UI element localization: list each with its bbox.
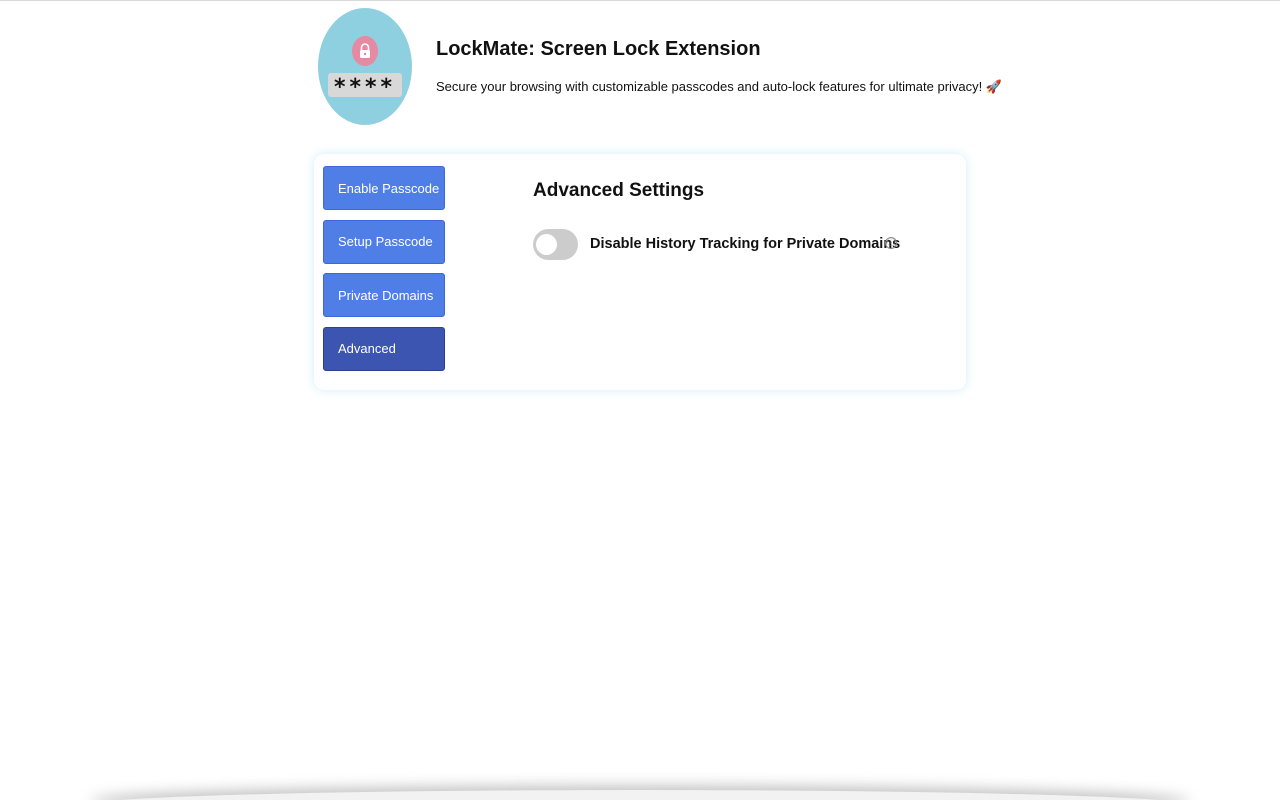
sidebar-item-advanced[interactable]: Advanced — [323, 326, 445, 371]
toggle-knob — [536, 234, 557, 255]
advanced-settings-panel: Advanced Settings Disable History Tracki… — [533, 180, 953, 260]
sidebar-item-enable-passcode[interactable]: Enable Passcode — [323, 166, 445, 210]
section-title: Advanced Settings — [533, 180, 705, 201]
padlock-icon — [352, 36, 378, 66]
sidebar-nav: Enable Passcode Setup Passcode Private D… — [323, 166, 445, 380]
extension-options-page: **** LockMate: Screen Lock Extension Sec… — [0, 0, 1280, 800]
setting-row-disable-history: Disable History Tracking for Private Dom… — [533, 229, 953, 261]
app-title: LockMate: Screen Lock Extension — [436, 38, 761, 60]
sidebar-item-private-domains[interactable]: Private Domains — [323, 273, 445, 317]
sidebar-item-setup-passcode[interactable]: Setup Passcode — [323, 219, 445, 264]
app-subtitle: Secure your browsing with customizable p… — [436, 79, 1003, 94]
settings-card: Enable Passcode Setup Passcode Private D… — [314, 154, 966, 390]
header: **** LockMate: Screen Lock Extension Sec… — [318, 8, 1018, 126]
disable-history-toggle[interactable] — [533, 229, 578, 260]
disable-history-label: Disable History Tracking for Private Dom… — [590, 236, 901, 252]
lockmate-logo: **** — [318, 8, 412, 125]
masked-passcode-graphic: **** — [328, 73, 402, 100]
info-icon[interactable]: ⓘ — [885, 237, 897, 249]
window-bottom-shadow — [90, 790, 1190, 800]
top-divider — [0, 0, 1280, 1]
